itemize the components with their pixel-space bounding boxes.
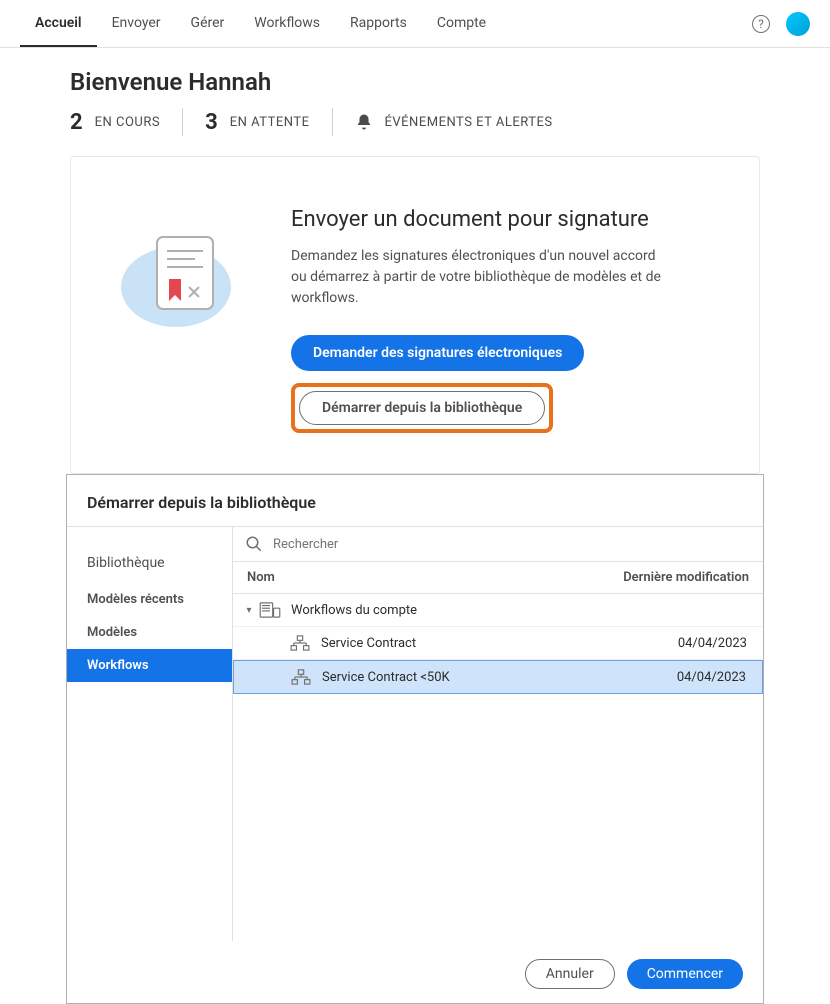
search-icon xyxy=(245,535,263,553)
hero-card: Envoyer un document pour signature Deman… xyxy=(70,156,760,474)
tree-group-row[interactable]: ▾ Workflows du compte xyxy=(233,594,763,627)
sidebar-item-workflows[interactable]: Workflows xyxy=(67,649,232,682)
nav-tab-workflows[interactable]: Workflows xyxy=(239,1,335,47)
stat-events[interactable]: ÉVÉNEMENTS ET ALERTES xyxy=(333,113,575,131)
stat-events-label: ÉVÉNEMENTS ET ALERTES xyxy=(385,115,553,130)
workflow-icon xyxy=(289,635,311,651)
nav-tabs: Accueil Envoyer Gérer Workflows Rapports… xyxy=(20,1,501,47)
document-illustration xyxy=(121,207,241,337)
dialog-title: Démarrer depuis la bibliothèque xyxy=(67,475,763,526)
column-modified: Dernière modification xyxy=(623,570,749,585)
nav-tab-rapports[interactable]: Rapports xyxy=(335,1,422,47)
cancel-button[interactable]: Annuler xyxy=(525,959,615,989)
start-from-library-button[interactable]: Démarrer depuis la bibliothèque xyxy=(299,391,545,425)
workflow-icon xyxy=(290,669,312,685)
start-button[interactable]: Commencer xyxy=(627,959,743,989)
nav-tab-envoyer[interactable]: Envoyer xyxy=(97,1,176,47)
hero-title: Envoyer un document pour signature xyxy=(291,207,709,232)
highlighted-frame: Démarrer depuis la bibliothèque xyxy=(291,383,553,433)
library-dialog: Démarrer depuis la bibliothèque Biblioth… xyxy=(66,474,764,1004)
welcome-title: Bienvenue Hannah xyxy=(70,68,760,96)
tree-row-name: Service Contract <50K xyxy=(322,670,677,685)
request-signatures-button[interactable]: Demander des signatures électroniques xyxy=(291,335,584,371)
column-name: Nom xyxy=(247,570,275,585)
tree-group-label: Workflows du compte xyxy=(291,603,753,618)
nav-tab-accueil[interactable]: Accueil xyxy=(20,1,97,47)
stat-pending[interactable]: 3 EN ATTENTE xyxy=(183,110,331,135)
bell-icon xyxy=(355,113,373,131)
folder-icon xyxy=(259,602,281,618)
nav-tab-gerer[interactable]: Gérer xyxy=(176,1,240,47)
stat-pending-num: 3 xyxy=(205,110,218,135)
stat-in-progress-num: 2 xyxy=(70,110,83,135)
dialog-sidebar: Bibliothèque Modèles récents Modèles Wor… xyxy=(67,527,232,941)
sidebar-item-templates[interactable]: Modèles xyxy=(67,616,232,649)
sidebar-item-recent-templates[interactable]: Modèles récents xyxy=(67,583,232,616)
tree-row[interactable]: Service Contract <50K 04/04/2023 xyxy=(233,660,763,694)
hero-desc: Demandez les signatures électroniques d'… xyxy=(291,246,671,309)
help-icon[interactable]: ? xyxy=(752,15,770,33)
tree-row-date: 04/04/2023 xyxy=(678,636,753,651)
search-input[interactable] xyxy=(273,537,751,552)
stat-in-progress-label: EN COURS xyxy=(95,115,160,130)
stat-pending-label: EN ATTENTE xyxy=(230,115,310,130)
tree-row-date: 04/04/2023 xyxy=(677,670,752,685)
nav-tab-compte[interactable]: Compte xyxy=(422,1,501,47)
stat-in-progress[interactable]: 2 EN COURS xyxy=(70,110,182,135)
sidebar-title: Bibliothèque xyxy=(67,527,232,583)
avatar[interactable] xyxy=(786,12,810,36)
tree-row-name: Service Contract xyxy=(321,636,678,651)
chevron-down-icon: ▾ xyxy=(243,605,255,616)
tree-row[interactable]: Service Contract 04/04/2023 xyxy=(233,627,763,660)
